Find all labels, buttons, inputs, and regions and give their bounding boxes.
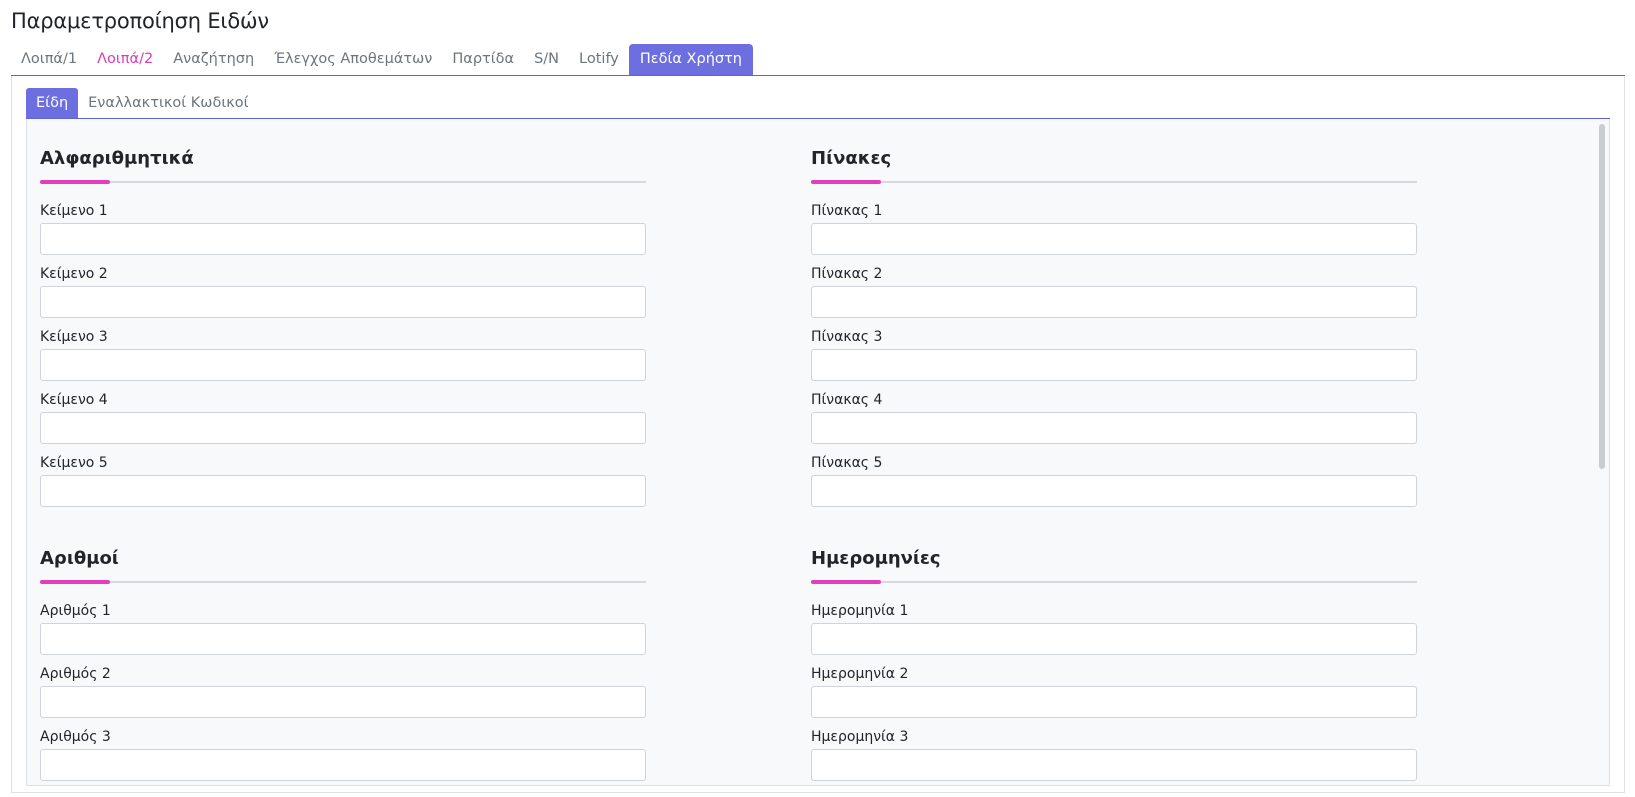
- tab-content-panel: Είδη Εναλλακτικοί Κωδικοί Αλφαριθμητικά …: [11, 76, 1625, 793]
- table-3-input[interactable]: [811, 349, 1417, 381]
- text-1-input[interactable]: [40, 223, 646, 255]
- tab-other-1[interactable]: Λοιπά/1: [11, 44, 87, 75]
- field-label: Ημερομηνία 2: [811, 666, 909, 682]
- field-label: Κείμενο 2: [40, 266, 108, 282]
- field-label: Κείμενο 5: [40, 455, 108, 471]
- number-3-input[interactable]: [40, 749, 646, 781]
- field-label: Κείμενο 4: [40, 392, 108, 408]
- text-2-input[interactable]: [40, 286, 646, 318]
- user-fields-form: Αλφαριθμητικά Κείμενο 1 Κείμενο 2 Κείμεν…: [26, 119, 1610, 786]
- section-title: Ημερομηνίες: [811, 548, 941, 569]
- text-4-input[interactable]: [40, 412, 646, 444]
- table-4-input[interactable]: [811, 412, 1417, 444]
- number-2-input[interactable]: [40, 686, 646, 718]
- section-divider: [811, 580, 1417, 584]
- page-title: Παραμετροποίηση Ειδών: [11, 9, 269, 33]
- text-5-input[interactable]: [40, 475, 646, 507]
- field-table-1: Πίνακας 1: [811, 201, 1417, 264]
- field-label: Πίνακας 1: [811, 203, 883, 219]
- field-date-2: Ημερομηνία 2: [811, 664, 1417, 727]
- subtab-alternative-codes[interactable]: Εναλλακτικοί Κωδικοί: [78, 88, 258, 118]
- field-label: Πίνακας 4: [811, 392, 883, 408]
- field-date-1: Ημερομηνία 1: [811, 601, 1417, 664]
- tab-batch[interactable]: Παρτίδα: [442, 44, 524, 75]
- field-label: Ημερομηνία 1: [811, 603, 909, 619]
- date-3-input[interactable]: [811, 749, 1417, 781]
- section-divider: [40, 580, 646, 584]
- scrollbar-thumb[interactable]: [1599, 124, 1605, 469]
- field-table-4: Πίνακας 4: [811, 390, 1417, 453]
- sub-tab-bar: Είδη Εναλλακτικοί Κωδικοί: [26, 88, 1610, 119]
- tab-lotify[interactable]: Lotify: [569, 44, 629, 75]
- section-divider: [40, 180, 646, 184]
- field-text-3: Κείμενο 3: [40, 327, 646, 390]
- section-tables: Πίνακες Πίνακας 1 Πίνακας 2 Πίνακας 3 Πί…: [811, 146, 1417, 516]
- tab-user-fields[interactable]: Πεδία Χρήστη: [628, 44, 753, 75]
- section-title: Αριθμοί: [40, 548, 119, 569]
- field-number-1: Αριθμός 1: [40, 601, 646, 664]
- field-label: Αριθμός 2: [40, 666, 111, 682]
- field-table-5: Πίνακας 5: [811, 453, 1417, 516]
- field-label: Αριθμός 1: [40, 603, 111, 619]
- tab-stock-control[interactable]: Έλεγχος Αποθεμάτων: [264, 44, 442, 75]
- date-2-input[interactable]: [811, 686, 1417, 718]
- field-text-5: Κείμενο 5: [40, 453, 646, 516]
- subtab-items[interactable]: Είδη: [26, 88, 79, 118]
- field-label: Πίνακας 2: [811, 266, 883, 282]
- field-date-3: Ημερομηνία 3: [811, 727, 1417, 785]
- field-table-2: Πίνακας 2: [811, 264, 1417, 327]
- field-label: Ημερομηνία 3: [811, 729, 909, 745]
- text-3-input[interactable]: [40, 349, 646, 381]
- field-text-2: Κείμενο 2: [40, 264, 646, 327]
- field-text-1: Κείμενο 1: [40, 201, 646, 264]
- field-text-4: Κείμενο 4: [40, 390, 646, 453]
- tab-search[interactable]: Αναζήτηση: [163, 44, 264, 75]
- vertical-scrollbar[interactable]: [1599, 124, 1605, 776]
- section-divider: [811, 180, 1417, 184]
- field-label: Αριθμός 3: [40, 729, 111, 745]
- field-label: Κείμενο 3: [40, 329, 108, 345]
- date-1-input[interactable]: [811, 623, 1417, 655]
- field-number-3: Αριθμός 3: [40, 727, 646, 785]
- field-label: Κείμενο 1: [40, 203, 108, 219]
- tab-serial-numbers[interactable]: S/N: [524, 44, 569, 75]
- table-2-input[interactable]: [811, 286, 1417, 318]
- field-table-3: Πίνακας 3: [811, 327, 1417, 390]
- section-alphanumeric: Αλφαριθμητικά Κείμενο 1 Κείμενο 2 Κείμεν…: [40, 146, 646, 516]
- top-tab-bar: Λοιπά/1 Λοιπά/2 Αναζήτηση Έλεγχος Αποθεμ…: [11, 44, 1625, 76]
- field-label: Πίνακας 5: [811, 455, 883, 471]
- table-1-input[interactable]: [811, 223, 1417, 255]
- section-dates: Ημερομηνίες Ημερομηνία 1 Ημερομηνία 2 Ημ…: [811, 546, 1417, 785]
- section-numbers: Αριθμοί Αριθμός 1 Αριθμός 2 Αριθμός 3: [40, 546, 646, 785]
- table-5-input[interactable]: [811, 475, 1417, 507]
- number-1-input[interactable]: [40, 623, 646, 655]
- field-number-2: Αριθμός 2: [40, 664, 646, 727]
- section-title: Πίνακες: [811, 148, 892, 169]
- tab-other-2[interactable]: Λοιπά/2: [87, 44, 163, 75]
- field-label: Πίνακας 3: [811, 329, 883, 345]
- section-title: Αλφαριθμητικά: [40, 148, 194, 169]
